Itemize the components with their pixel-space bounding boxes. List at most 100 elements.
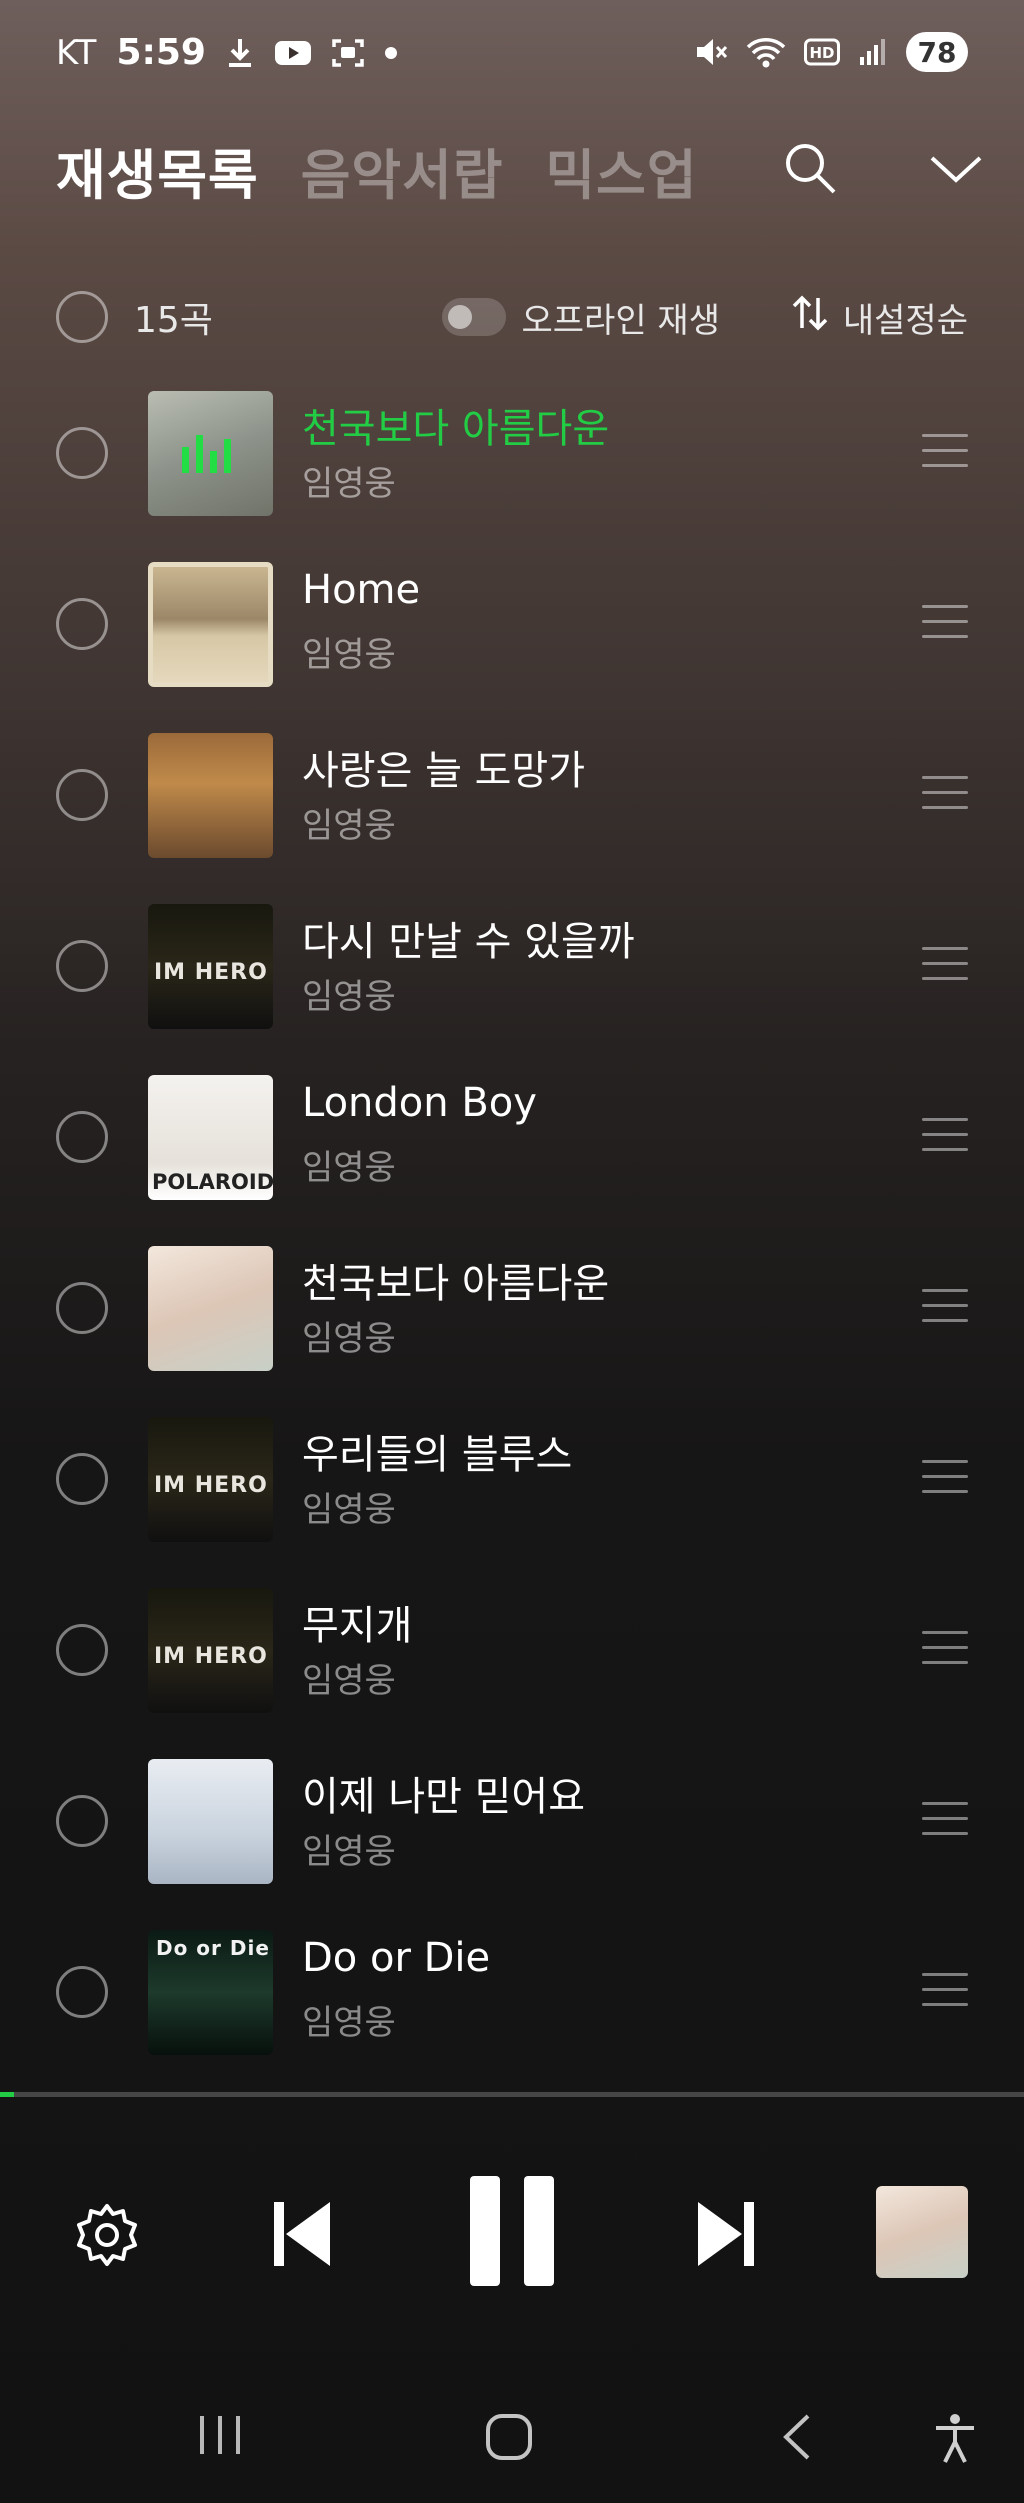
track-title: 이제 나만 믿어요	[302, 1774, 586, 1820]
signal-icon	[858, 37, 888, 67]
track-title: 다시 만날 수 있을까	[302, 919, 635, 965]
track-row[interactable]: 이제 나만 믿어요 임영웅	[0, 1736, 1024, 1907]
track-row[interactable]: POLAROID London Boy 임영웅	[0, 1052, 1024, 1223]
track-artist: 임영웅	[302, 1319, 396, 1359]
clock: 5:59	[116, 32, 206, 73]
track-artist: 임영웅	[302, 2003, 396, 2043]
track-title: 천국보다 아름다운	[302, 406, 610, 452]
status-bar: KT 5:59 HD 78	[0, 0, 1024, 110]
track-row[interactable]: IM HERO 우리들의 블루스 임영웅	[0, 1394, 1024, 1565]
tab-playlist[interactable]: 재생목록	[56, 131, 259, 210]
track-row[interactable]: Home 임영웅	[0, 539, 1024, 710]
album-art: IM HERO	[148, 904, 273, 1029]
drag-handle-icon[interactable]	[922, 776, 968, 812]
track-artist: 임영웅	[302, 1661, 396, 1701]
chevron-down-icon[interactable]	[928, 148, 984, 192]
tab-mixup[interactable]: 믹스업	[545, 131, 697, 210]
track-artist: 임영웅	[302, 464, 396, 504]
track-row[interactable]: IM HERO 다시 만날 수 있을까 임영웅	[0, 881, 1024, 1052]
track-row[interactable]: 천국보다 아름다운 임영웅	[0, 1223, 1024, 1394]
screenshot-icon	[332, 38, 364, 68]
drag-handle-icon[interactable]	[922, 1460, 968, 1496]
hd-icon: HD	[804, 38, 840, 66]
track-artist: 임영웅	[302, 635, 396, 675]
sort-label: 내설정순	[842, 300, 968, 341]
track-title: Home	[302, 567, 421, 613]
svg-text:HD: HD	[809, 44, 834, 62]
progress-fill	[0, 2092, 15, 2097]
player-controls	[0, 2160, 1024, 2300]
album-art: IM HERO	[148, 1588, 273, 1713]
drag-handle-icon[interactable]	[922, 947, 968, 983]
track-checkbox[interactable]	[56, 427, 108, 479]
track-artist: 임영웅	[302, 977, 396, 1017]
now-playing-album-art[interactable]	[876, 2186, 968, 2278]
download-icon	[226, 37, 254, 69]
track-title: 무지개	[302, 1603, 413, 1649]
track-checkbox[interactable]	[56, 1795, 108, 1847]
drag-handle-icon[interactable]	[922, 1118, 968, 1154]
pause-icon[interactable]	[466, 2172, 558, 2290]
track-title: Do or Die	[302, 1935, 491, 1981]
drag-handle-icon[interactable]	[922, 1631, 968, 1667]
header: 재생목록 음악서랍 믹스업	[56, 130, 984, 210]
drag-handle-icon[interactable]	[922, 434, 968, 470]
drag-handle-icon[interactable]	[922, 1802, 968, 1838]
recents-icon[interactable]	[196, 2412, 244, 2458]
toggle-switch[interactable]	[441, 298, 506, 336]
album-art	[148, 391, 273, 516]
home-icon[interactable]	[484, 2412, 534, 2462]
offline-play-toggle[interactable]: 오프라인 재생	[441, 293, 721, 342]
track-count: 15곡	[134, 300, 213, 341]
accessibility-icon[interactable]	[932, 2412, 978, 2464]
track-artist: 임영웅	[302, 1490, 396, 1530]
track-list: 천국보다 아름다운 임영웅 Home 임영웅 사랑은 늘 도망가 임영웅 IM …	[0, 368, 1024, 2078]
track-checkbox[interactable]	[56, 1966, 108, 2018]
next-icon[interactable]	[694, 2196, 758, 2272]
drag-handle-icon[interactable]	[922, 1973, 968, 2009]
track-checkbox[interactable]	[56, 1282, 108, 1334]
track-row[interactable]: 사랑은 늘 도망가 임영웅	[0, 710, 1024, 881]
drag-handle-icon[interactable]	[922, 1289, 968, 1325]
youtube-icon	[274, 39, 312, 67]
equalizer-icon	[182, 433, 231, 473]
track-row[interactable]: Do or Die Do or Die 임영웅	[0, 1907, 1024, 2078]
track-row[interactable]: IM HERO 무지개 임영웅	[0, 1565, 1024, 1736]
drag-handle-icon[interactable]	[922, 605, 968, 641]
search-icon[interactable]	[782, 140, 838, 200]
playback-progress-bar[interactable]	[0, 2092, 1024, 2097]
tab-music-drawer[interactable]: 음악서랍	[301, 131, 504, 210]
select-all-checkbox[interactable]	[56, 291, 108, 343]
previous-icon[interactable]	[270, 2196, 334, 2272]
wifi-icon	[746, 36, 786, 68]
album-art-text: IM HERO	[154, 1473, 268, 1498]
track-checkbox[interactable]	[56, 1624, 108, 1676]
settings-icon[interactable]	[72, 2200, 142, 2270]
album-art	[148, 562, 273, 687]
album-art: Do or Die	[148, 1930, 273, 2055]
album-art-text: IM HERO	[154, 1644, 268, 1669]
sort-icon	[791, 294, 829, 341]
track-checkbox[interactable]	[56, 769, 108, 821]
carrier-label: KT	[56, 32, 97, 73]
track-checkbox[interactable]	[56, 1453, 108, 1505]
mute-icon	[694, 36, 728, 68]
album-art	[148, 1246, 273, 1371]
battery-indicator: 78	[906, 32, 968, 72]
track-row[interactable]: 천국보다 아름다운 임영웅	[0, 368, 1024, 539]
dot-icon	[384, 46, 398, 60]
track-checkbox[interactable]	[56, 940, 108, 992]
track-checkbox[interactable]	[56, 598, 108, 650]
track-artist: 임영웅	[302, 1832, 396, 1872]
album-art-text: POLAROID	[152, 1170, 273, 1194]
track-title: 사랑은 늘 도망가	[302, 748, 586, 794]
offline-play-label: 오프라인 재생	[521, 300, 721, 341]
track-checkbox[interactable]	[56, 1111, 108, 1163]
album-art	[148, 1759, 273, 1884]
back-icon[interactable]	[776, 2412, 816, 2462]
album-art-text: Do or Die	[156, 1936, 270, 1960]
track-title: 천국보다 아름다운	[302, 1261, 610, 1307]
track-title: 우리들의 블루스	[302, 1432, 573, 1478]
album-art	[148, 733, 273, 858]
sort-button[interactable]: 내설정순	[791, 293, 968, 342]
